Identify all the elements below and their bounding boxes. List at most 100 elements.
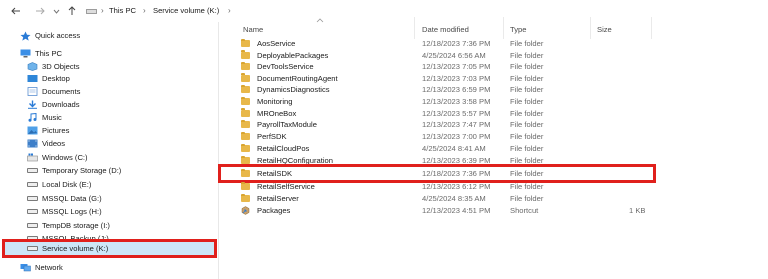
sidebar-item-label: This PC: [35, 49, 63, 58]
file-name: DynamicsDiagnostics: [257, 85, 330, 94]
file-row[interactable]: Packages 12/13/2023 4:51 PM Shortcut 1 K…: [225, 205, 665, 217]
sidebar-item-network[interactable]: Network: [20, 261, 63, 274]
sidebar-item-local-disk-e[interactable]: Local Disk (E:): [27, 178, 91, 191]
download-icon: [27, 100, 38, 109]
sidebar-item-mssql-logs[interactable]: MSSQL Logs (H:): [27, 205, 102, 218]
sidebar-item-this-pc[interactable]: This PC: [20, 47, 62, 60]
back-button[interactable]: [10, 5, 22, 17]
file-date: 12/13/2023 7:03 PM: [422, 73, 491, 83]
column-header-type[interactable]: Type: [510, 24, 526, 36]
shortcut-icon: [241, 206, 250, 215]
breadcrumb-this-pc[interactable]: This PC: [109, 5, 136, 17]
file-type: File folder: [510, 144, 544, 153]
forward-button[interactable]: [34, 5, 46, 17]
file-date: 12/13/2023 7:47 PM: [422, 120, 491, 129]
folder-icon: [241, 50, 250, 59]
sidebar-item-label: Downloads: [42, 100, 80, 109]
sidebar-item-label: Temporary Storage (D:): [42, 166, 122, 175]
address-bar: › This PC › Service volume (K:) ›: [0, 0, 768, 22]
file-row[interactable]: DeployablePackages 4/25/2024 6:56 AM File …: [225, 50, 665, 62]
file-row[interactable]: AosService 12/18/2023 7:36 PM File folder: [225, 38, 665, 50]
cube-icon: [27, 62, 38, 71]
sidebar-item-videos[interactable]: Videos: [27, 137, 65, 150]
sidebar-item-label: Network: [35, 263, 63, 272]
file-name: PayrollTaxModule: [257, 120, 317, 129]
document-icon: [27, 87, 38, 96]
file-type: File folder: [510, 120, 544, 129]
sidebar-item-label: Windows (C:): [42, 153, 88, 162]
file-row[interactable]: PerfSDK 12/13/2023 7:00 PM File folder: [225, 131, 665, 143]
file-name: AosService: [257, 39, 296, 48]
file-row[interactable]: PayrollTaxModule 12/13/2023 7:47 PM File f…: [225, 119, 665, 131]
file-date: 12/13/2023 5:57 PM: [422, 108, 491, 118]
file-name: DevToolsService: [257, 62, 314, 71]
folder-icon: [241, 143, 250, 152]
file-date: 12/13/2023 7:05 PM: [422, 62, 491, 71]
arrow-left-icon: [11, 7, 20, 15]
sidebar-item-music[interactable]: Music: [27, 111, 62, 124]
file-name: MROneBox: [257, 108, 297, 118]
sidebar-item-label: Music: [42, 113, 62, 122]
breadcrumb-service-volume[interactable]: Service volume (K:): [153, 5, 219, 17]
file-row[interactable]: RetailServer 4/25/2024 8:35 AM File folder: [225, 193, 665, 205]
file-row[interactable]: MROneBox 12/13/2023 5:57 PM File folder: [225, 108, 665, 120]
column-header-name[interactable]: Name: [243, 24, 263, 36]
pc-icon: [86, 8, 97, 14]
breadcrumb-separator: ›: [143, 6, 146, 15]
file-row[interactable]: RetailSelfService 12/13/2023 6:12 PM File …: [225, 181, 665, 193]
arrow-right-icon: [36, 7, 45, 15]
sidebar-item-label: Desktop: [42, 74, 70, 83]
file-name: RetailSelfService: [257, 182, 315, 191]
drive-icon: [27, 221, 38, 230]
column-separator[interactable]: [414, 17, 415, 39]
up-button[interactable]: [66, 5, 78, 17]
file-size: 1 KB: [629, 205, 646, 215]
file-row[interactable]: RetailCloudPos 4/25/2024 8:41 AM File fold…: [225, 143, 665, 155]
file-date: 12/13/2023 6:12 PM: [422, 182, 491, 191]
column-separator[interactable]: [651, 17, 652, 39]
sidebar-item-documents[interactable]: Documents: [27, 85, 80, 98]
file-row[interactable]: Monitoring 12/13/2023 3:58 PM File folder: [225, 96, 665, 108]
file-name: Packages: [257, 205, 291, 215]
file-type: File folder: [510, 182, 544, 191]
folder-icon: [241, 38, 250, 47]
sidebar-item-quick-access[interactable]: Quick access: [20, 29, 80, 42]
sidebar-item-label: Videos: [42, 139, 66, 148]
sidebar-item-temporary-storage[interactable]: Temporary Storage (D:): [27, 164, 121, 177]
sidebar-item-label: 3D Objects: [42, 62, 80, 71]
sidebar-item-desktop[interactable]: Desktop: [27, 72, 70, 85]
picture-icon: [27, 126, 38, 135]
column-header-date-modified[interactable]: Date modified: [422, 24, 469, 36]
sidebar-item-mssql-data[interactable]: MSSQL Data (G:): [27, 192, 102, 205]
file-name: PerfSDK: [257, 132, 287, 141]
sidebar-item-tempdb-storage[interactable]: TempDB storage (I:): [27, 219, 110, 232]
file-type: File folder: [510, 73, 544, 83]
navigation-pane: Quick access This PC 3D Objects Desktop …: [0, 22, 217, 279]
file-name: RetailCloudPos: [257, 144, 310, 153]
sidebar-item-label: MSSQL Logs (H:): [42, 207, 102, 216]
sort-chevron-up-icon: [316, 16, 324, 23]
sidebar-item-label: MSSQL Data (G:): [42, 194, 102, 203]
file-row[interactable]: DocumentRoutingAgent 12/13/2023 7:03 PM Fi…: [225, 73, 665, 85]
recent-locations-button[interactable]: [50, 5, 62, 17]
column-separator[interactable]: [503, 17, 504, 39]
folder-icon: [241, 84, 250, 93]
music-icon: [27, 112, 38, 122]
sidebar-item-pictures[interactable]: Pictures: [27, 124, 69, 137]
drive-icon: [27, 166, 38, 175]
file-date: 12/13/2023 3:58 PM: [422, 97, 491, 106]
sidebar-item-label: Pictures: [42, 126, 70, 135]
file-row[interactable]: DevToolsService 12/13/2023 7:05 PM File fo…: [225, 61, 665, 73]
column-separator[interactable]: [590, 17, 591, 39]
folder-icon: [241, 73, 250, 82]
column-header-size[interactable]: Size: [597, 24, 612, 36]
file-type: File folder: [510, 194, 544, 203]
file-type: File folder: [510, 62, 544, 71]
file-type: File folder: [510, 85, 544, 94]
sidebar-item-windows-c[interactable]: Windows (C:): [27, 151, 88, 164]
sidebar-item-downloads[interactable]: Downloads: [27, 98, 80, 111]
file-type: File folder: [510, 108, 544, 118]
file-row[interactable]: DynamicsDiagnostics 12/13/2023 6:59 PM Fil…: [225, 84, 665, 96]
desktop-icon: [27, 74, 38, 83]
folder-icon: [241, 108, 250, 117]
